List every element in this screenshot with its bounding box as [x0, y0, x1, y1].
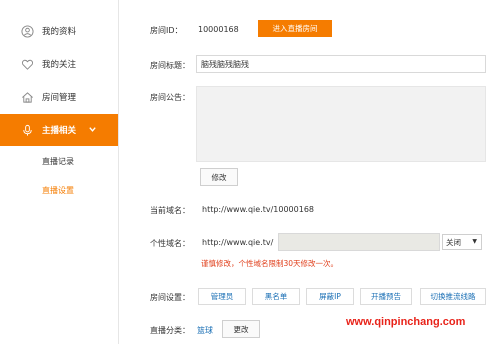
sidebar-item-label: 主播相关	[42, 126, 77, 136]
sidebar-item-label: 我的资料	[42, 27, 77, 37]
settings-preview-button[interactable]: 开播预告	[360, 288, 412, 305]
chevron-down-icon	[88, 125, 97, 136]
sidebar-item-anchor[interactable]: 主播相关	[0, 114, 118, 146]
sidebar-item-label: 我的关注	[42, 60, 77, 70]
change-category-button[interactable]: 更改	[222, 320, 260, 338]
settings-blacklist-button[interactable]: 黑名单	[252, 288, 300, 305]
settings-admin-button[interactable]: 管理员	[198, 288, 246, 305]
custom-domain-select-value: 关闭	[446, 237, 461, 247]
subnav-live-settings[interactable]: 直播设置	[42, 185, 74, 196]
custom-domain-select[interactable]: 关闭 ▼	[442, 234, 482, 250]
room-title-label: 房间标题：	[150, 61, 190, 70]
custom-domain-warning: 谨慎修改，个性域名限制30天修改一次。	[201, 259, 339, 268]
live-category-label: 直播分类：	[150, 326, 190, 335]
room-notice-label: 房间公告：	[150, 93, 190, 102]
settings-block-ip-button[interactable]: 屏蔽IP	[306, 288, 354, 305]
room-notice-textarea[interactable]	[196, 86, 486, 162]
sidebar: 我的资料 我的关注 房间管理 主播相关 直播记录 直播设置	[0, 0, 119, 344]
subnav-live-records[interactable]: 直播记录	[42, 156, 74, 167]
room-title-input[interactable]: 脑残脑残脑残	[196, 55, 486, 73]
custom-domain-label: 个性域名：	[150, 239, 190, 248]
dropdown-arrow-icon: ▼	[472, 238, 477, 245]
sidebar-item-room-manage[interactable]: 房间管理	[0, 81, 118, 113]
room-id-label: 房间ID：	[150, 26, 183, 35]
house-icon	[20, 90, 34, 104]
room-id-value: 10000168	[198, 25, 239, 34]
custom-domain-input[interactable]	[278, 233, 440, 251]
watermark: www.qinpinchang.com	[346, 316, 466, 328]
sidebar-item-profile[interactable]: 我的资料	[0, 15, 118, 47]
sidebar-item-follow[interactable]: 我的关注	[0, 48, 118, 80]
settings-switch-stream-button[interactable]: 切换推流线路	[420, 288, 486, 305]
live-category-link[interactable]: 篮球	[197, 325, 213, 336]
heart-icon	[20, 57, 34, 71]
microphone-icon	[20, 123, 34, 137]
room-settings-label: 房间设置：	[150, 293, 190, 302]
enter-room-button[interactable]: 进入直播房间	[258, 20, 332, 37]
user-icon	[20, 24, 34, 38]
sidebar-item-label: 房间管理	[42, 93, 77, 103]
current-domain-label: 当前域名：	[150, 206, 190, 215]
custom-domain-prefix: http://www.qie.tv/	[202, 238, 274, 247]
modify-notice-button[interactable]: 修改	[200, 168, 238, 186]
current-domain-value: http://www.qie.tv/10000168	[202, 205, 314, 214]
